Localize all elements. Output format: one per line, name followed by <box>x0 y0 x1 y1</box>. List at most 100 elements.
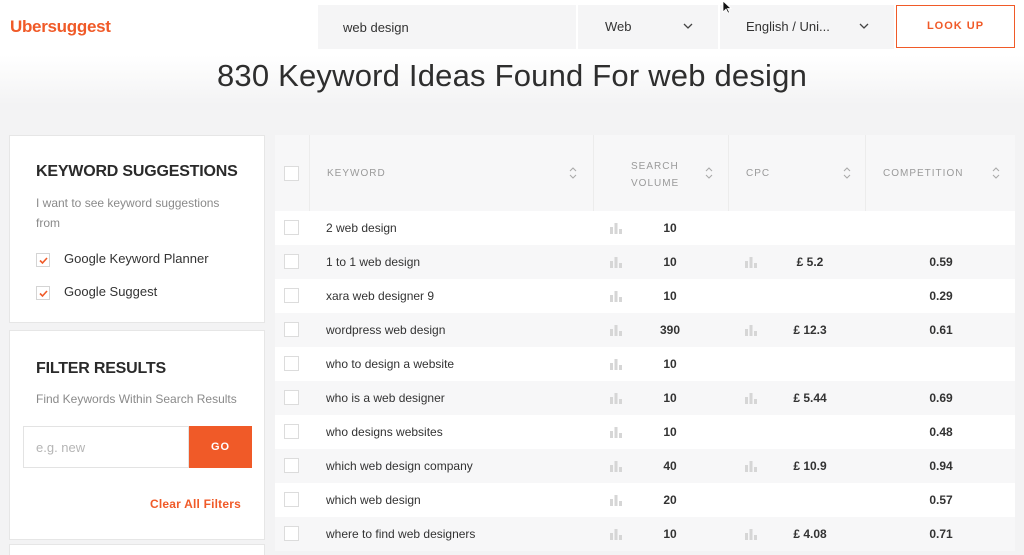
clear-all-filters-link[interactable]: Clear All Filters <box>150 497 241 511</box>
option-label: Google Keyword Planner <box>64 251 209 266</box>
table-row[interactable]: who is a web designer 10 £ 5.44 0.69 <box>275 381 1015 415</box>
bar-chart-icon[interactable] <box>609 392 623 404</box>
filter-results-panel: FILTER RESULTS Find Keywords Within Sear… <box>9 330 265 540</box>
keyword-cell: 2 web design <box>326 221 397 235</box>
language-select-value: English / Uni... <box>746 19 830 34</box>
search-volume-cell: 10 <box>663 425 677 439</box>
keyword-cell: 1 to 1 web design <box>326 255 421 269</box>
filter-results-description: Find Keywords Within Search Results <box>36 392 237 406</box>
mouse-cursor-icon <box>722 0 732 14</box>
check-icon <box>39 257 48 265</box>
bar-chart-icon[interactable] <box>609 358 623 370</box>
column-keyword[interactable]: KEYWORD <box>309 135 593 211</box>
keyword-cell: xara web designer 9 <box>326 289 435 303</box>
competition-cell: 0.57 <box>929 493 953 507</box>
chevron-down-icon <box>859 23 869 29</box>
search-volume-cell: 10 <box>663 221 677 235</box>
keyword-cell: who designs websites <box>326 425 443 439</box>
source-select[interactable]: Web <box>578 5 718 49</box>
header-select-cell <box>275 135 309 211</box>
bar-chart-icon[interactable] <box>744 528 758 540</box>
search-volume-cell: 10 <box>663 255 677 269</box>
column-cpc[interactable]: CPC <box>728 135 865 211</box>
top-bar: Ubersuggest Web English / Uni... LOOK UP <box>0 0 1024 55</box>
bar-chart-icon[interactable] <box>609 290 623 302</box>
table-row[interactable]: which web design company 40 £ 10.9 0.94 <box>275 449 1015 483</box>
search-volume-cell: 390 <box>659 323 681 337</box>
row-checkbox[interactable] <box>284 220 299 235</box>
bar-chart-icon[interactable] <box>609 426 623 438</box>
sort-icon[interactable] <box>568 166 578 180</box>
checkbox[interactable] <box>36 253 50 267</box>
chevron-down-icon <box>683 23 693 29</box>
table-row[interactable]: wordpress web design 390 £ 12.3 0.61 <box>275 313 1015 347</box>
bar-chart-icon[interactable] <box>609 460 623 472</box>
table-row[interactable]: who to design a website 10 <box>275 347 1015 381</box>
bar-chart-icon[interactable] <box>744 392 758 404</box>
filter-input[interactable] <box>24 427 188 467</box>
keyword-suggestions-description: I want to see keyword suggestions from <box>36 196 220 230</box>
column-search-volume[interactable]: SEARCH VOLUME <box>593 135 728 211</box>
table-row[interactable]: who designs websites 10 0.48 <box>275 415 1015 449</box>
sort-icon[interactable] <box>842 166 852 180</box>
go-button[interactable]: GO <box>189 426 252 468</box>
checkbox[interactable] <box>36 286 50 300</box>
keyword-cell: wordpress web design <box>326 323 446 337</box>
competition-cell: 0.94 <box>929 459 953 473</box>
competition-cell: 0.71 <box>929 527 953 541</box>
bar-chart-icon[interactable] <box>744 460 758 472</box>
keyword-suggestions-panel: KEYWORD SUGGESTIONS I want to see keywor… <box>9 135 265 323</box>
keyword-search-input[interactable] <box>318 5 576 49</box>
cpc-cell: £ 10.9 <box>793 459 827 473</box>
competition-cell: 0.61 <box>929 323 953 337</box>
search-volume-cell: 40 <box>663 459 677 473</box>
column-competition[interactable]: COMPETITION <box>865 135 1015 211</box>
select-all-checkbox[interactable] <box>284 166 299 181</box>
row-checkbox[interactable] <box>284 492 299 507</box>
check-icon <box>39 290 48 298</box>
row-checkbox[interactable] <box>284 254 299 269</box>
table-row[interactable]: which web design 20 0.57 <box>275 483 1015 517</box>
row-checkbox[interactable] <box>284 288 299 303</box>
search-volume-cell: 10 <box>663 357 677 371</box>
column-competition-label: COMPETITION <box>883 168 964 179</box>
bar-chart-icon[interactable] <box>609 494 623 506</box>
keyword-cell: which web design <box>326 493 421 507</box>
bar-chart-icon[interactable] <box>609 256 623 268</box>
keyword-cell: who is a web designer <box>326 391 445 405</box>
bar-chart-icon[interactable] <box>744 324 758 336</box>
bar-chart-icon[interactable] <box>609 222 623 234</box>
keyword-search-box[interactable] <box>318 5 576 49</box>
row-checkbox[interactable] <box>284 458 299 473</box>
competition-cell: 0.59 <box>929 255 953 269</box>
logo[interactable]: Ubersuggest <box>10 17 111 37</box>
look-up-button[interactable]: LOOK UP <box>896 5 1015 48</box>
bar-chart-icon[interactable] <box>744 256 758 268</box>
bar-chart-icon[interactable] <box>609 324 623 336</box>
table-header: KEYWORD SEARCH VOLUME CPC COMPETITION <box>275 135 1015 211</box>
row-checkbox[interactable] <box>284 424 299 439</box>
bar-chart-icon[interactable] <box>609 528 623 540</box>
language-select[interactable]: English / Uni... <box>720 5 894 49</box>
row-checkbox[interactable] <box>284 526 299 541</box>
source-select-value: Web <box>605 19 632 34</box>
next-panel <box>9 544 265 555</box>
option-label: Google Suggest <box>64 284 158 299</box>
cpc-cell: £ 5.44 <box>793 391 827 405</box>
row-checkbox[interactable] <box>284 356 299 371</box>
table-row[interactable]: 1 to 1 web design 10 £ 5.2 0.59 <box>275 245 1015 279</box>
competition-cell: 0.48 <box>929 425 953 439</box>
column-keyword-label: KEYWORD <box>327 168 386 179</box>
keyword-cell: which web design company <box>326 459 473 473</box>
sort-icon[interactable] <box>704 166 714 180</box>
keyword-cell: who to design a website <box>326 357 455 371</box>
search-volume-cell: 10 <box>663 391 677 405</box>
row-checkbox[interactable] <box>284 390 299 405</box>
table-row[interactable]: 2 web design 10 <box>275 211 1015 245</box>
table-row[interactable]: xara web designer 9 10 0.29 <box>275 279 1015 313</box>
table-row[interactable]: where to find web designers 10 £ 4.08 0.… <box>275 517 1015 551</box>
sort-icon[interactable] <box>991 166 1001 180</box>
row-checkbox[interactable] <box>284 322 299 337</box>
filter-input-box[interactable] <box>23 426 189 468</box>
cpc-cell: £ 12.3 <box>793 323 827 337</box>
